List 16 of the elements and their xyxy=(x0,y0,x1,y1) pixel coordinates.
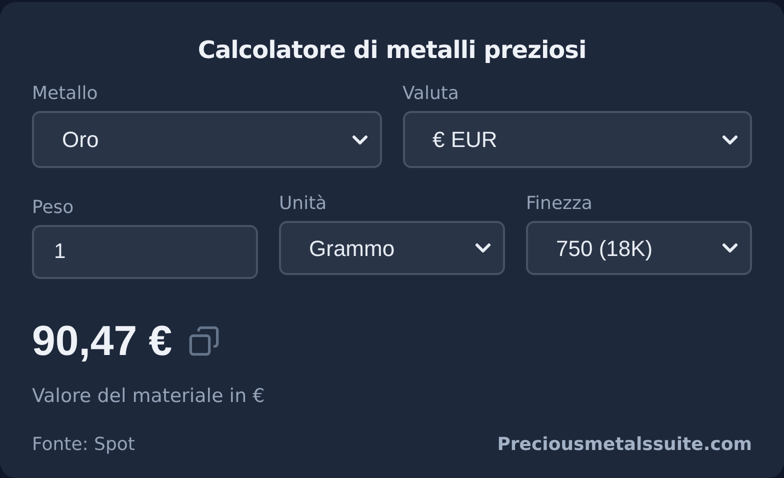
copy-icon[interactable] xyxy=(188,324,220,356)
dropdown[interactable]: Oro xyxy=(32,111,382,168)
dropdown[interactable]: 750 (18K) xyxy=(526,221,752,275)
field-label: Unità xyxy=(279,192,328,216)
input-field[interactable]: 1 xyxy=(32,225,258,279)
field-label: Valuta xyxy=(402,82,460,106)
result-caption: Valore del materiale in € xyxy=(32,384,266,409)
dropdown[interactable]: € EUR xyxy=(402,111,752,168)
website-link[interactable]: Preciousmetalssuite.com xyxy=(497,430,752,458)
calculator-title: Calcolatore di metalli preziosi xyxy=(196,35,588,66)
result-value: 90,47 € xyxy=(32,316,172,366)
source-label: Fonte: Spot xyxy=(32,432,135,456)
field-label: Finezza xyxy=(526,192,594,216)
field-label: Peso xyxy=(32,196,75,220)
dropdown[interactable]: Grammo xyxy=(279,221,505,275)
field-label: Metallo xyxy=(32,82,99,106)
